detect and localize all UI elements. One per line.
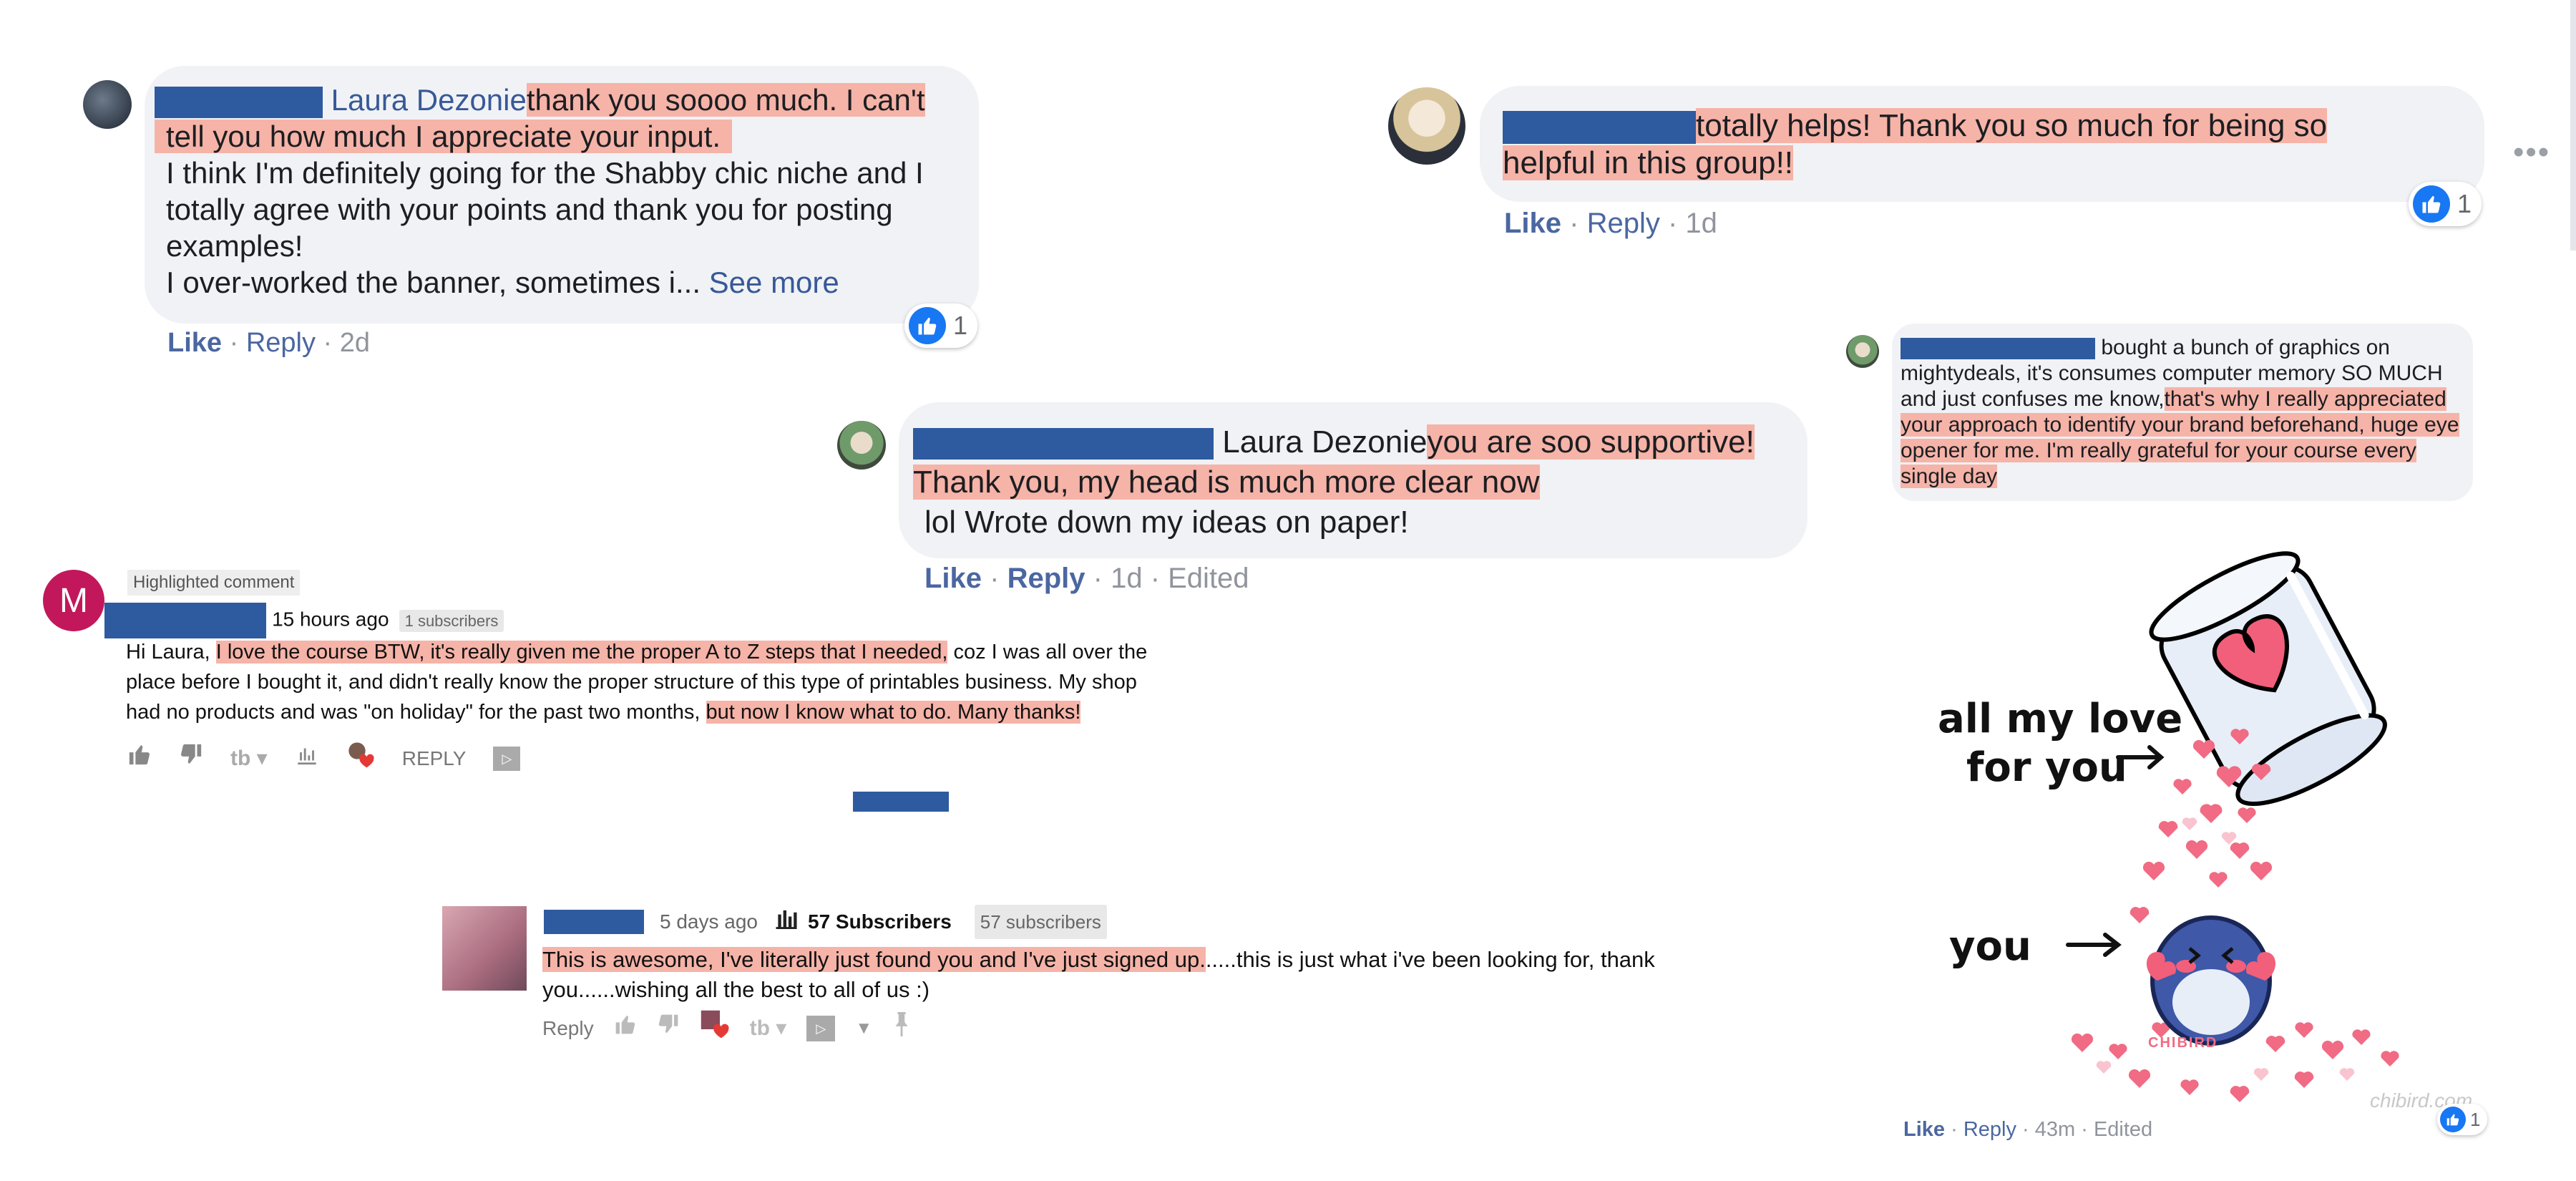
avatar[interactable]	[1388, 87, 1465, 165]
thumbs-up-icon[interactable]	[614, 1013, 637, 1044]
redacted-name	[913, 428, 1214, 460]
avatar-letter: M	[59, 581, 88, 620]
subscriber-badge: 1 subscribers	[399, 609, 504, 632]
illustration-caption: you	[1949, 923, 2031, 970]
highlighted-text: tell you how much I appreciate your inpu…	[155, 120, 733, 153]
like-link[interactable]: Like	[1504, 208, 1561, 239]
heart-icon[interactable]	[700, 1009, 730, 1048]
comment-text: Laura Dezonieyou are soo supportive! Tha…	[913, 422, 1786, 543]
highlighted-comment-label: Highlighted comment	[127, 570, 301, 596]
comment-text: Laura Dezoniethank you soooo much. I can…	[155, 82, 977, 155]
thumbs-down-icon[interactable]	[657, 1013, 680, 1044]
bar-chart-icon[interactable]	[295, 742, 319, 775]
avatar[interactable]	[83, 80, 132, 129]
reply-link[interactable]: Reply	[1963, 1118, 2016, 1141]
commenter-name[interactable]: Laura Dezonie	[331, 83, 527, 117]
redacted-name	[1503, 111, 1696, 145]
comment-text: bought a bunch of graphics on mightydeal…	[1901, 335, 2466, 490]
like-link[interactable]: Like	[167, 328, 222, 358]
comment-text: totally helps! Thank you so much for bei…	[1503, 107, 2390, 182]
scrollbar[interactable]	[2570, 0, 2576, 251]
illustration-brand: CHIBIRD	[2148, 1035, 2218, 1051]
like-link[interactable]: Like	[924, 563, 982, 594]
timestamp: 1d	[1111, 563, 1143, 594]
redacted-name	[104, 603, 266, 638]
illustration-caption: for you	[1966, 744, 2127, 791]
more-options-icon[interactable]: •••	[2513, 135, 2550, 170]
comment-header: 5 days ago 57 Subscribers 57 subscribers	[544, 905, 1188, 939]
thumbs-up-icon	[909, 307, 946, 344]
reaction-count-badge[interactable]: 1	[904, 303, 978, 348]
pin-icon[interactable]	[892, 1012, 911, 1045]
redacted-name	[155, 86, 323, 118]
comment-body-text: I think I'm definitely going for the Sha…	[166, 156, 924, 263]
comment-body-text: lol Wrote down my ideas on paper!	[924, 505, 1409, 540]
thumbs-up-icon	[2440, 1107, 2466, 1132]
comment-actions: Like · Reply · 43m · Edited	[1903, 1118, 2153, 1141]
comment-actions: tb ▾ REPLY ▷	[127, 740, 628, 777]
comment-actions: Like · Reply · 2d	[167, 328, 371, 358]
comment-header: 15 hours ago 1 subscribers	[104, 603, 748, 638]
avatar[interactable]	[837, 421, 886, 470]
reaction-count: 1	[953, 311, 968, 340]
subscriber-badge: 57 subscribers	[974, 905, 1107, 939]
comment-truncated-text: I over-worked the banner, sometimes i...	[166, 266, 701, 299]
see-more-link[interactable]: See more	[709, 266, 839, 299]
like-link[interactable]: Like	[1903, 1118, 1945, 1141]
avatar[interactable]	[1846, 335, 1879, 368]
share-icon[interactable]: ▷	[806, 1016, 836, 1041]
highlighted-text: thank you soooo much. I can't	[526, 83, 925, 117]
subscriber-count: 57 Subscribers	[808, 910, 952, 933]
edited-label: Edited	[1168, 563, 1249, 594]
tubebuddy-icon[interactable]: tb ▾	[230, 744, 268, 774]
reaction-count: 1	[2470, 1108, 2481, 1130]
heart-icon[interactable]	[346, 740, 375, 777]
comment-body: I think I'm definitely going for the Sha…	[166, 155, 975, 301]
reaction-count: 1	[2457, 189, 2472, 218]
edited-label: Edited	[2093, 1118, 2153, 1141]
chevron-down-icon[interactable]: ▼	[855, 1014, 872, 1044]
reply-button[interactable]: Reply	[542, 1014, 594, 1044]
reaction-count-badge[interactable]: 1	[2409, 182, 2482, 226]
reply-link[interactable]: Reply	[246, 328, 316, 358]
comment-actions: Like · Reply · 1d	[1504, 208, 1717, 239]
avatar[interactable]	[442, 906, 527, 991]
thumbs-up-icon[interactable]	[127, 742, 152, 775]
highlighted-text: This is awesome, I've literally just fou…	[542, 947, 1206, 972]
reply-link[interactable]: Reply	[1587, 208, 1660, 239]
commenter-name[interactable]: Laura Dezonie	[1222, 424, 1427, 460]
timestamp: 5 days ago	[660, 910, 758, 933]
comment-body: This is awesome, I've literally just fou…	[542, 945, 1687, 1005]
reply-link[interactable]: Reply	[1008, 563, 1085, 594]
timestamp: 2d	[339, 328, 371, 358]
timestamp: 43m	[2034, 1118, 2076, 1141]
redacted-name	[1901, 338, 2095, 360]
highlighted-text: but now I know what to do. Many thanks!	[706, 701, 1081, 724]
comment-body-text: Hi Laura,	[126, 641, 210, 664]
highlighted-text: I love the course BTW, it's really given…	[215, 641, 948, 664]
thumbs-down-icon[interactable]	[179, 742, 203, 775]
timestamp: 15 hours ago	[272, 608, 389, 631]
bar-chart-icon	[774, 906, 799, 938]
comment-actions: Like · Reply · 1d · Edited	[924, 563, 1249, 594]
thumbs-up-icon	[2413, 185, 2450, 223]
reaction-count-badge[interactable]: 1	[2437, 1104, 2488, 1135]
redacted-block	[853, 792, 949, 812]
illustration-caption: all my love	[1938, 696, 2183, 742]
comment-actions: Reply tb ▾ ▷ ▼	[542, 1009, 972, 1048]
avatar[interactable]: M	[43, 570, 104, 631]
tubebuddy-icon[interactable]: tb ▾	[750, 1014, 787, 1044]
share-icon[interactable]: ▷	[493, 747, 521, 771]
chibird-illustration	[1903, 523, 2490, 1117]
comment-body: Hi Laura, I love the course BTW, it's re…	[126, 637, 1156, 727]
redacted-name	[544, 910, 644, 934]
timestamp: 1d	[1685, 208, 1717, 239]
reply-button[interactable]: REPLY	[402, 744, 467, 774]
